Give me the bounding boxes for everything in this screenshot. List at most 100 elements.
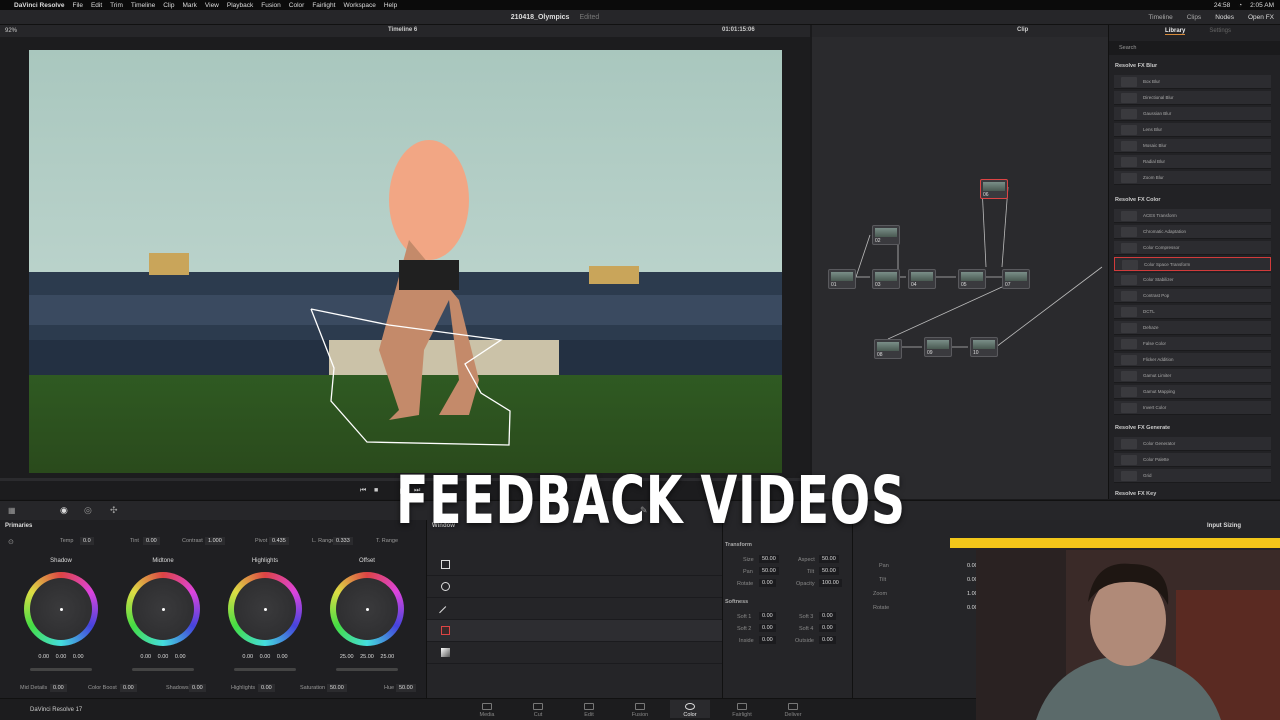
offset-wheel[interactable] xyxy=(330,572,404,646)
window-square[interactable] xyxy=(427,554,723,576)
tab-settings[interactable]: Settings xyxy=(1209,28,1231,34)
page-color[interactable]: Color xyxy=(670,700,710,718)
contrast-field[interactable]: 1.000 xyxy=(205,537,225,545)
fx-color-stabilizer[interactable]: Color Stabilizer xyxy=(1114,273,1271,287)
fx-gamut-mapping[interactable]: Gamut Mapping xyxy=(1114,385,1271,399)
menu-workspace[interactable]: Workspace xyxy=(343,2,375,9)
window-circle[interactable] xyxy=(427,576,723,598)
node-04[interactable]: 04 xyxy=(908,269,936,289)
temp-field[interactable]: 0.0 xyxy=(80,537,94,545)
saturation-field[interactable]: 50.00 xyxy=(327,684,347,692)
window-gradient[interactable] xyxy=(427,642,723,664)
fx-dehaze[interactable]: Dehaze xyxy=(1114,321,1271,335)
midtone-slider[interactable] xyxy=(132,668,194,671)
window-linear[interactable] xyxy=(427,598,723,620)
page-deliver[interactable]: Deliver xyxy=(773,703,813,718)
highlights-wheel[interactable] xyxy=(228,572,302,646)
fx-lens-blur[interactable]: Lens Blur xyxy=(1114,123,1271,137)
tab-openfx[interactable]: Open FX xyxy=(1248,14,1274,21)
soft3-field[interactable]: 0.00 xyxy=(819,612,836,620)
fx-flicker-addition[interactable]: Flicker Addition xyxy=(1114,353,1271,367)
highlights-slider[interactable] xyxy=(234,668,296,671)
camera-raw-icon[interactable]: ▦ xyxy=(8,506,16,515)
fx-grid[interactable]: Grid xyxy=(1114,469,1271,483)
menu-fusion[interactable]: Fusion xyxy=(261,2,281,9)
menu-app[interactable]: DaVinci Resolve xyxy=(14,2,64,9)
wifi-icon[interactable]: ◔ xyxy=(1238,2,1242,9)
node-07[interactable]: 07 xyxy=(1002,269,1030,289)
skip-back-icon[interactable]: ⏮ xyxy=(360,487,366,495)
soft4-field[interactable]: 0.00 xyxy=(819,624,836,632)
fx-dctl[interactable]: DCTL xyxy=(1114,305,1271,319)
menu-edit[interactable]: Edit xyxy=(91,2,102,9)
page-fairlight[interactable]: Fairlight xyxy=(722,703,762,718)
section-blur-title[interactable]: Resolve FX Blur xyxy=(1115,63,1157,69)
size-field[interactable]: 50.00 xyxy=(759,555,779,563)
fx-box-blur[interactable]: Box Blur xyxy=(1114,75,1271,89)
node-06[interactable]: 06 xyxy=(980,179,1008,199)
menu-timeline[interactable]: Timeline xyxy=(131,2,155,9)
fx-color-compressor[interactable]: Color Compressor xyxy=(1114,241,1271,255)
mid-detail-field[interactable]: 0.00 xyxy=(50,684,67,692)
highlights-values[interactable]: 0.00 0.00 0.00 xyxy=(228,654,302,660)
node-graph[interactable]: 01 02 03 04 05 06 07 08 09 10 xyxy=(812,37,1108,499)
fx-gamut-limiter[interactable]: Gamut Limiter xyxy=(1114,369,1271,383)
aspect-field[interactable]: 50.00 xyxy=(819,555,839,563)
timeline-name[interactable]: Timeline 6 xyxy=(388,27,417,33)
menu-fairlight[interactable]: Fairlight xyxy=(312,2,335,9)
shadow-slider[interactable] xyxy=(30,668,92,671)
offset-values[interactable]: 25.00 25.00 25.00 xyxy=(330,654,404,660)
node-02[interactable]: 02 xyxy=(872,225,900,245)
fx-directional-blur[interactable]: Directional Blur xyxy=(1114,91,1271,105)
node-09[interactable]: 09 xyxy=(924,337,952,357)
menu-clip[interactable]: Clip xyxy=(163,2,174,9)
page-media[interactable]: Media xyxy=(467,703,507,718)
node-03[interactable]: 03 xyxy=(872,269,900,289)
tab-clips[interactable]: Clips xyxy=(1187,14,1201,21)
menu-trim[interactable]: Trim xyxy=(110,2,123,9)
menu-playback[interactable]: Playback xyxy=(227,2,253,9)
menu-view[interactable]: View xyxy=(205,2,219,9)
hue-field[interactable]: 50.00 xyxy=(396,684,416,692)
primaries-wheel-icon[interactable]: ◉ xyxy=(60,505,68,516)
section-key-title[interactable]: Resolve FX Key xyxy=(1115,491,1156,497)
offset-slider[interactable] xyxy=(336,668,398,671)
tab-nodes[interactable]: Nodes xyxy=(1215,14,1234,21)
hdr-icon[interactable]: ◎ xyxy=(84,505,92,516)
opacity-field[interactable]: 100.00 xyxy=(819,579,842,587)
video-frame[interactable] xyxy=(29,50,782,473)
section-color-title[interactable]: Resolve FX Color xyxy=(1115,197,1161,203)
shadows-field[interactable]: 0.00 xyxy=(189,684,206,692)
rgb-mixer-icon[interactable]: ✣ xyxy=(110,505,118,516)
fx-aces-transform[interactable]: ACES Transform xyxy=(1114,209,1271,223)
tint-field[interactable]: 0.00 xyxy=(143,537,160,545)
menu-file[interactable]: File xyxy=(72,2,82,9)
section-generate-title[interactable]: Resolve FX Generate xyxy=(1115,425,1170,431)
node-10[interactable]: 10 xyxy=(970,337,998,357)
fx-radial-blur[interactable]: Radial Blur xyxy=(1114,155,1271,169)
shadow-values[interactable]: 0.00 0.00 0.00 xyxy=(24,654,98,660)
node-mode-select[interactable]: Clip xyxy=(1017,27,1028,33)
soft2-field[interactable]: 0.00 xyxy=(759,624,776,632)
midtone-values[interactable]: 0.00 0.00 0.00 xyxy=(126,654,200,660)
tilt-field[interactable]: 50.00 xyxy=(819,567,839,575)
outside-field[interactable]: 0.00 xyxy=(819,636,836,644)
rotate-field[interactable]: 0.00 xyxy=(759,579,776,587)
tab-library[interactable]: Library xyxy=(1165,28,1186,35)
fx-color-space-transform[interactable]: Color Space Transform xyxy=(1114,257,1271,271)
lrange-field[interactable]: 0.333 xyxy=(333,537,353,545)
library-search-input[interactable]: Search xyxy=(1109,41,1280,55)
inside-field[interactable]: 0.00 xyxy=(759,636,776,644)
page-edit[interactable]: Edit xyxy=(569,703,609,718)
page-cut[interactable]: Cut xyxy=(518,703,558,718)
midtone-wheel[interactable] xyxy=(126,572,200,646)
fx-invert-color[interactable]: Invert Color xyxy=(1114,401,1271,415)
window-curve[interactable] xyxy=(427,620,723,642)
menu-help[interactable]: Help xyxy=(384,2,397,9)
color-boost-field[interactable]: 0.00 xyxy=(120,684,137,692)
shadow-wheel[interactable] xyxy=(24,572,98,646)
fx-mosaic-blur[interactable]: Mosaic Blur xyxy=(1114,139,1271,153)
node-08[interactable]: 08 xyxy=(874,339,902,359)
node-01[interactable]: 01 xyxy=(828,269,856,289)
fx-false-color[interactable]: False Color xyxy=(1114,337,1271,351)
